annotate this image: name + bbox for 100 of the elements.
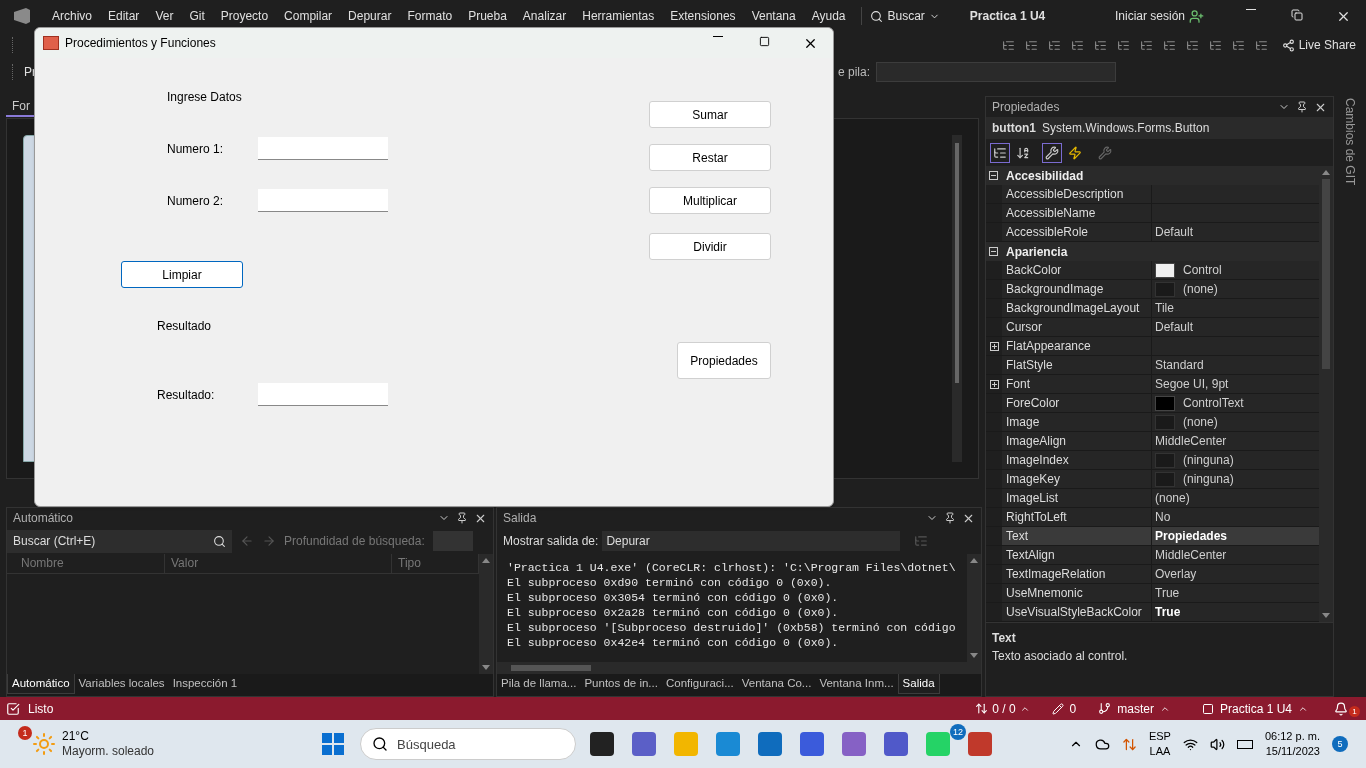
property-row[interactable]: BackgroundImageLayout Tile xyxy=(986,299,1319,318)
repository-icon xyxy=(1201,702,1214,715)
property-row[interactable]: Text Propiedades xyxy=(986,527,1319,546)
pin-icon[interactable] xyxy=(1296,100,1308,114)
keyboard-layout[interactable]: LAA xyxy=(1149,744,1171,759)
panel-tab[interactable]: Ventana Co... xyxy=(737,674,816,694)
property-row[interactable]: ImageKey (ninguna) xyxy=(986,470,1319,489)
property-row[interactable]: BackColor Control xyxy=(986,261,1319,280)
clock-time[interactable]: 06:12 p. m. xyxy=(1264,729,1320,744)
menu-item[interactable]: Ventana xyxy=(743,7,804,25)
live-share-button[interactable]: Live Share xyxy=(1298,36,1356,54)
property-row[interactable]: ImageIndex (ninguna) xyxy=(986,451,1319,470)
menu-item[interactable]: Ver xyxy=(147,7,182,25)
search-field[interactable]: Buscar (Ctrl+E) xyxy=(7,529,232,553)
sign-in-link[interactable]: Iniciar sesión xyxy=(1114,7,1185,25)
property-row[interactable]: TextImageRelation Overlay xyxy=(986,565,1319,584)
search-button[interactable]: Buscar xyxy=(883,7,929,25)
scrollbar[interactable] xyxy=(967,554,981,662)
scrollbar[interactable] xyxy=(1319,166,1333,622)
property-row[interactable]: BackgroundImage (none) xyxy=(986,280,1319,299)
panel-tab[interactable]: Variables locales xyxy=(74,674,169,694)
cloud-icon[interactable] xyxy=(1094,736,1110,752)
property-row[interactable]: RightToLeft No xyxy=(986,508,1319,527)
collapse-icon[interactable] xyxy=(989,247,998,256)
menu-item[interactable]: Compilar xyxy=(276,7,341,25)
notification-badge[interactable]: 5 xyxy=(1332,736,1348,752)
object-selector[interactable]: button1 System.Windows.Forms.Button xyxy=(986,117,1333,139)
wifi-icon[interactable] xyxy=(1182,736,1198,752)
form-button[interactable]: Restar xyxy=(649,144,771,171)
panel-tab[interactable]: Pila de llama... xyxy=(497,674,581,694)
input-field[interactable] xyxy=(258,137,388,160)
menu-item[interactable]: Proyecto xyxy=(212,7,277,25)
menu-item[interactable]: Ayuda xyxy=(803,7,854,25)
property-row[interactable]: ImageAlign MiddleCenter xyxy=(986,432,1319,451)
menu-item[interactable]: Analizar xyxy=(514,7,575,25)
language[interactable]: ESP xyxy=(1148,729,1171,744)
sync-icon[interactable] xyxy=(1121,736,1137,752)
panel-tab[interactable]: Configuraci... xyxy=(661,674,738,694)
menu-item[interactable]: Editar xyxy=(100,7,148,25)
property-row[interactable]: FlatAppearance xyxy=(986,337,1319,356)
property-row[interactable]: UseVisualStyleBackColor True xyxy=(986,603,1319,622)
property-row[interactable]: FlatStyle Standard xyxy=(986,356,1319,375)
property-row[interactable]: Cursor Default xyxy=(986,318,1319,337)
property-row[interactable]: ImageList (none) xyxy=(986,489,1319,508)
user-add-icon xyxy=(1189,8,1204,24)
property-row[interactable]: Image (none) xyxy=(986,413,1319,432)
sync-count[interactable]: 0 / 0 xyxy=(992,699,1016,718)
properties-icon[interactable] xyxy=(1042,142,1062,163)
collapse-icon[interactable] xyxy=(989,171,998,180)
result-field[interactable] xyxy=(258,383,388,406)
volume-icon[interactable] xyxy=(1209,736,1225,752)
property-row[interactable]: AccessibleName xyxy=(986,204,1319,223)
form-button[interactable]: Dividir xyxy=(649,233,771,260)
battery-icon[interactable] xyxy=(1236,739,1253,749)
property-row[interactable]: ForeColor ControlText xyxy=(986,394,1319,413)
expand-icon[interactable] xyxy=(989,341,999,351)
categorized-icon[interactable] xyxy=(990,142,1010,163)
expand-icon[interactable] xyxy=(989,379,999,389)
pin-icon[interactable] xyxy=(456,511,468,525)
menu-item[interactable]: Herramientas xyxy=(574,7,663,25)
branch-name[interactable]: master xyxy=(1117,699,1154,718)
align-icon xyxy=(1139,38,1153,52)
horizontal-scrollbar[interactable] xyxy=(497,662,981,674)
repository-name[interactable]: Practica 1 U4 xyxy=(1219,699,1292,718)
app-icon[interactable] xyxy=(590,732,615,756)
menu-item[interactable]: Archivo xyxy=(44,7,100,25)
column-header: Valor xyxy=(165,554,392,573)
weather-text[interactable]: Mayorm. soleado xyxy=(62,744,155,759)
git-changes-tab[interactable]: Cambios de GIT xyxy=(1341,98,1359,186)
property-row[interactable]: AccessibleRole Default xyxy=(986,223,1319,242)
form-button[interactable]: Multiplicar xyxy=(649,187,771,214)
clock-date[interactable]: 15/11/2023 xyxy=(1265,744,1320,759)
taskbar-search-field[interactable]: Búsqueda xyxy=(360,728,577,760)
source-dropdown[interactable]: Depurar xyxy=(602,531,901,551)
property-row[interactable]: Font Segoe UI, 9pt xyxy=(986,375,1319,394)
menu-item[interactable]: Depurar xyxy=(340,7,400,25)
menu-item[interactable]: Extensiones xyxy=(662,7,744,25)
panel-tab[interactable]: Puntos de in... xyxy=(580,674,662,694)
panel-tab[interactable]: Ventana Inm... xyxy=(815,674,898,694)
wrench-icon[interactable] xyxy=(1096,143,1114,162)
property-row[interactable]: TextAlign MiddleCenter xyxy=(986,546,1319,565)
pin-icon[interactable] xyxy=(944,511,956,525)
form-button[interactable]: Limpiar xyxy=(121,261,243,288)
menu-item[interactable]: Prueba xyxy=(460,7,515,25)
temperature[interactable]: 21°C xyxy=(62,729,155,744)
panel-tab[interactable]: Automático xyxy=(7,674,75,694)
scrollbar[interactable] xyxy=(479,554,493,674)
panel-tab[interactable]: Salida xyxy=(897,674,940,694)
panel-tab[interactable]: Inspección 1 xyxy=(168,674,242,694)
form-button[interactable]: Propiedades xyxy=(677,342,771,379)
input-field[interactable] xyxy=(258,189,388,212)
scrollbar[interactable] xyxy=(952,135,962,462)
property-row[interactable]: UseMnemonic True xyxy=(986,584,1319,603)
form-button[interactable]: Sumar xyxy=(649,101,771,128)
search-icon[interactable] xyxy=(213,534,226,548)
menu-item[interactable]: Git xyxy=(181,7,213,25)
menu-item[interactable]: Formato xyxy=(399,7,461,25)
start-icon[interactable] xyxy=(322,733,345,755)
property-row[interactable]: AccessibleDescription xyxy=(986,185,1319,204)
pending-count[interactable]: 0 xyxy=(1069,699,1077,718)
